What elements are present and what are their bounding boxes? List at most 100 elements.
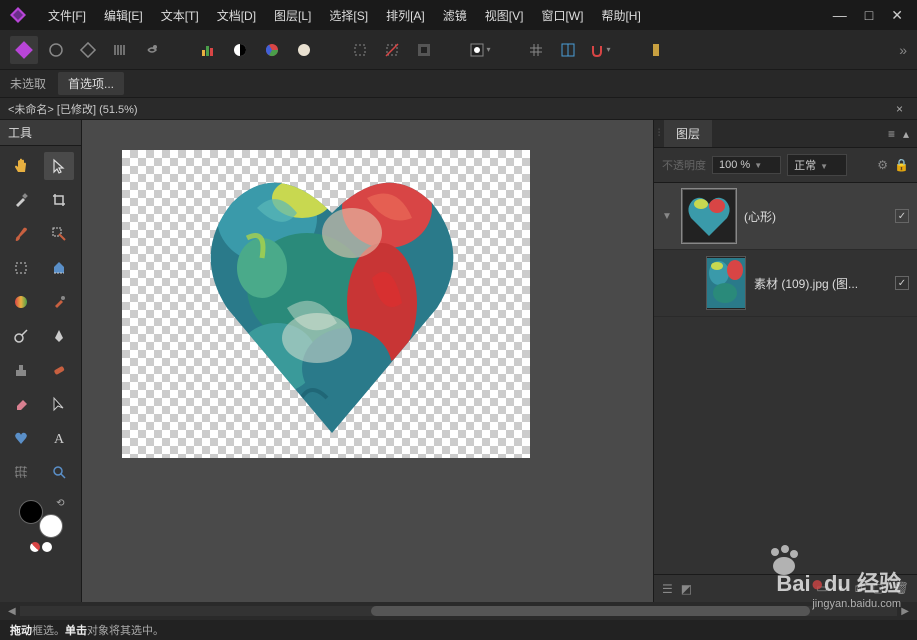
panel-handle-icon[interactable]: ⫶ [654, 128, 664, 139]
foreground-color[interactable] [19, 500, 43, 524]
persona-photo-icon[interactable] [10, 36, 38, 64]
marquee-icon[interactable] [346, 36, 374, 64]
canvas[interactable] [122, 150, 530, 458]
scrollbar-track[interactable] [20, 606, 898, 616]
layer-visibility-checkbox[interactable]: ✓ [895, 276, 909, 290]
menu-view[interactable]: 视图[V] [485, 7, 524, 24]
panel-menu-icon[interactable]: ≡ [888, 127, 895, 141]
adjustment-layer-icon[interactable]: ◐ [838, 581, 845, 596]
crop-tool-icon[interactable] [44, 186, 74, 214]
tools-panel: 工具 A ⟲ [0, 120, 82, 602]
canvas-area[interactable] [82, 120, 653, 602]
color-picker-tool-icon[interactable] [6, 186, 36, 214]
close-button[interactable]: ✕ [891, 7, 903, 24]
layer-name[interactable]: 素材 (109).jpg (图... [754, 275, 887, 292]
menu-text[interactable]: 文本[T] [161, 7, 199, 24]
menu-document[interactable]: 文档[D] [217, 7, 256, 24]
panel-collapse-icon[interactable]: ▴ [903, 127, 909, 141]
preferences-button[interactable]: 首选项... [58, 72, 124, 95]
layer-stack-icon[interactable]: ☰ [662, 582, 673, 596]
mesh-tool-icon[interactable] [6, 458, 36, 486]
scroll-left-icon[interactable]: ◀ [4, 606, 20, 617]
layer-thumbnail[interactable] [682, 189, 736, 243]
hand-tool-icon[interactable] [6, 152, 36, 180]
paintbrush-tool-icon[interactable] [6, 220, 36, 248]
document-tab[interactable]: <未命名> [已修改] (51.5%) [8, 101, 138, 117]
histogram-icon[interactable] [194, 36, 222, 64]
layer-expand-icon[interactable]: ▼ [662, 211, 674, 222]
soft-proof-icon[interactable] [290, 36, 318, 64]
layer-effects-icon[interactable]: ◩ [681, 582, 692, 596]
selection-brush-icon[interactable] [44, 220, 74, 248]
status-bar: 拖动 框选。 单击 对象将其选中。 [0, 620, 917, 640]
default-colors-icon[interactable] [42, 542, 52, 552]
dodge-tool-icon[interactable] [6, 322, 36, 350]
heart-shape-tool-icon[interactable] [6, 424, 36, 452]
opacity-input[interactable]: 100 %▼ [712, 156, 781, 174]
node-tool-icon[interactable] [44, 390, 74, 418]
pixel-tool-icon[interactable] [44, 288, 74, 316]
delete-layer-icon[interactable]: 🗑 [894, 581, 909, 596]
eraser-tool-icon[interactable] [6, 390, 36, 418]
blend-mode-select[interactable]: 正常▼ [787, 154, 847, 176]
color-wheel-icon[interactable] [258, 36, 286, 64]
flood-select-icon[interactable] [44, 254, 74, 282]
horizontal-scrollbar[interactable]: ◀ ▶ [0, 602, 917, 620]
mask-layer-icon[interactable]: ▭ [816, 581, 827, 596]
none-color-icon[interactable] [30, 542, 40, 552]
persona-develop-icon[interactable] [74, 36, 102, 64]
menu-arrange[interactable]: 排列[A] [386, 7, 425, 24]
persona-liquify-icon[interactable] [42, 36, 70, 64]
pen-tool-icon[interactable] [44, 322, 74, 350]
maximize-button[interactable]: □ [865, 7, 873, 24]
layer-row[interactable]: 素材 (109).jpg (图... ✓ [654, 250, 917, 317]
heal-tool-icon[interactable] [44, 356, 74, 384]
color-picker[interactable]: ⟲ [0, 492, 81, 560]
persona-tone-icon[interactable] [106, 36, 134, 64]
scrollbar-thumb[interactable] [371, 606, 810, 616]
layer-lock-icon[interactable]: 🔒 [894, 158, 909, 172]
clone-tool-icon[interactable] [6, 356, 36, 384]
minimize-button[interactable]: — [833, 7, 847, 24]
swap-colors-icon[interactable]: ⟲ [56, 498, 64, 509]
layer-name[interactable]: (心形) [744, 208, 887, 225]
guides-icon[interactable] [554, 36, 582, 64]
document-close-icon[interactable]: × [890, 102, 909, 116]
document-tabs: <未命名> [已修改] (51.5%) × [0, 98, 917, 120]
menu-filters[interactable]: 滤镜 [443, 7, 467, 24]
layer-row[interactable]: ▼ (心形) ✓ [654, 183, 917, 250]
menu-window[interactable]: 窗口[W] [541, 7, 583, 24]
snap-icon[interactable]: ▾ [586, 36, 614, 64]
quick-mask-icon[interactable]: ▾ [466, 36, 494, 64]
add-layer-icon[interactable]: ▢ [872, 581, 883, 596]
grid-icon[interactable] [522, 36, 550, 64]
text-tool-icon[interactable]: A [44, 424, 74, 452]
menu-edit[interactable]: 编辑[E] [104, 7, 143, 24]
gradient-tool-icon[interactable] [6, 288, 36, 316]
contrast-icon[interactable] [226, 36, 254, 64]
menu-select[interactable]: 选择[S] [329, 7, 368, 24]
layer-settings-icon[interactable]: ⚙ [877, 158, 888, 172]
invert-selection-icon[interactable] [410, 36, 438, 64]
toolbar-overflow-icon[interactable]: » [899, 42, 907, 58]
menu-file[interactable]: 文件[F] [48, 7, 86, 24]
background-color[interactable] [39, 514, 63, 538]
live-filter-icon[interactable]: ⧈ [855, 581, 863, 596]
move-tool-icon[interactable] [44, 152, 74, 180]
status-click-desc: 对象将其选中。 [87, 622, 164, 638]
heart-shape[interactable] [207, 158, 457, 438]
scroll-right-icon[interactable]: ▶ [897, 606, 913, 617]
assistant-icon[interactable] [642, 36, 670, 64]
persona-export-icon[interactable] [138, 36, 166, 64]
zoom-tool-icon[interactable] [44, 458, 74, 486]
titlebar: 文件[F] 编辑[E] 文本[T] 文档[D] 图层[L] 选择[S] 排列[A… [0, 0, 917, 30]
layers-tab[interactable]: 图层 [664, 120, 712, 147]
layer-thumbnail[interactable] [706, 256, 746, 310]
layer-visibility-checkbox[interactable]: ✓ [895, 209, 909, 223]
marquee-tool-icon[interactable] [6, 254, 36, 282]
svg-text:A: A [54, 432, 65, 446]
menu-layer[interactable]: 图层[L] [274, 7, 311, 24]
main-menu: 文件[F] 编辑[E] 文本[T] 文档[D] 图层[L] 选择[S] 排列[A… [48, 7, 641, 24]
menu-help[interactable]: 帮助[H] [601, 7, 640, 24]
no-selection-icon[interactable] [378, 36, 406, 64]
